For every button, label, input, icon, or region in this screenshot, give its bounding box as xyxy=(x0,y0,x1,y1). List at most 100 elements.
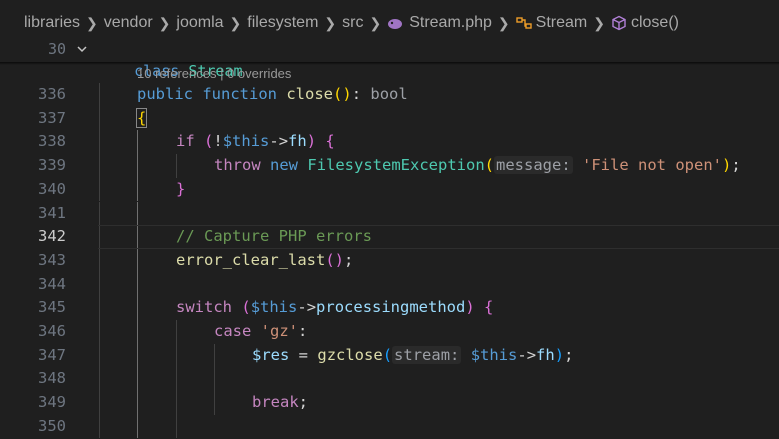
codelens-references[interactable]: 10 references | 0 overrides xyxy=(137,66,291,81)
code-line[interactable]: 341 xyxy=(0,201,779,226)
indent-guide xyxy=(176,343,177,368)
code-line[interactable]: 340 } xyxy=(0,177,779,202)
token-property: fh xyxy=(288,132,307,151)
token-keyword: new xyxy=(270,156,299,175)
line-number: 343 xyxy=(38,250,66,269)
indent-guide xyxy=(137,225,138,249)
token-comment: // Capture PHP errors xyxy=(176,227,372,246)
indent-guide xyxy=(137,154,138,178)
code-line[interactable]: 346 case 'gz': xyxy=(0,320,779,344)
token-operator: ; xyxy=(344,250,354,269)
token-variable: $this xyxy=(250,298,298,317)
token-keyword: throw xyxy=(214,156,261,175)
code-line[interactable]: 350 xyxy=(0,414,779,439)
line-number: 339 xyxy=(38,156,66,175)
indent-guide xyxy=(137,320,138,344)
indent-guide xyxy=(176,154,177,178)
token-variable: $this xyxy=(470,345,518,364)
breadcrumb-item-class[interactable]: Stream xyxy=(536,14,588,32)
sticky-scroll-line[interactable]: 30 class Stream xyxy=(0,38,779,80)
token-bracket: ) xyxy=(554,345,565,364)
breadcrumb-item-src[interactable]: src xyxy=(342,14,363,32)
indent-guide xyxy=(99,248,100,273)
indent-guide xyxy=(99,177,100,202)
token-operator: ; xyxy=(564,345,574,364)
sticky-line-number: 30 xyxy=(47,40,66,58)
breadcrumb-item-vendor[interactable]: vendor xyxy=(104,14,153,32)
indent-guide xyxy=(99,154,100,178)
token-operator: -> xyxy=(517,345,537,364)
line-number: 344 xyxy=(38,274,66,293)
breadcrumb-separator-icon: ❯ xyxy=(158,14,171,31)
line-number: 340 xyxy=(38,179,66,198)
token-operator: ; xyxy=(731,156,741,175)
token-keyword: switch xyxy=(176,298,232,317)
token-bracket: { xyxy=(325,132,335,151)
indent-guide xyxy=(137,201,138,226)
token-operator: = xyxy=(298,345,309,364)
code-line[interactable]: 344 xyxy=(0,272,779,297)
indent-guide xyxy=(137,272,138,297)
token-operator: ! xyxy=(213,132,223,151)
line-number: 346 xyxy=(38,322,66,340)
code-line-current[interactable]: 342 // Capture PHP errors xyxy=(0,225,779,249)
token-bracket: ) xyxy=(334,250,344,269)
token-function: gzclose xyxy=(317,345,383,364)
breadcrumb-item-filesystem[interactable]: filesystem xyxy=(247,14,318,32)
token-bracket: ( xyxy=(484,156,495,175)
code-line[interactable]: 339 throw new FilesystemException(messag… xyxy=(0,154,779,178)
indent-guide xyxy=(99,130,100,155)
token-function: error_clear_last xyxy=(176,250,326,269)
indent-guide xyxy=(137,391,138,415)
php-elephant-icon xyxy=(387,17,403,29)
line-number: 348 xyxy=(38,369,66,388)
indent-guide xyxy=(99,320,100,344)
token-type: bool xyxy=(370,85,408,103)
indent-guide xyxy=(176,391,177,415)
token-keyword: case xyxy=(214,322,252,340)
breadcrumb-separator-icon: ❯ xyxy=(369,14,382,31)
code-line[interactable]: 336 public function close(): bool xyxy=(0,83,779,107)
token-keyword: if xyxy=(176,132,195,151)
breadcrumb-item-joomla[interactable]: joomla xyxy=(176,14,223,32)
token-bracket: ( xyxy=(325,250,335,269)
token-bracket: ( xyxy=(382,345,393,364)
token-keyword: break xyxy=(252,393,299,412)
sticky-scroll-shadow xyxy=(0,62,779,65)
code-line[interactable]: 338 if (!$this->fh) { xyxy=(0,130,779,155)
token-string: 'gz' xyxy=(260,322,298,340)
indent-guide xyxy=(137,296,138,320)
line-number: 349 xyxy=(38,393,66,412)
indent-guide xyxy=(99,343,100,368)
indent-guide xyxy=(214,367,215,392)
breadcrumb-item-method[interactable]: close() xyxy=(631,14,679,32)
breadcrumb-separator-icon: ❯ xyxy=(86,14,98,31)
code-line[interactable]: 349 break; xyxy=(0,391,779,415)
token-keyword: function xyxy=(202,85,277,103)
line-number: 350 xyxy=(38,416,66,435)
breadcrumb-separator-icon: ❯ xyxy=(324,14,337,31)
code-line[interactable]: 343 error_clear_last(); xyxy=(0,248,779,273)
breadcrumb-item-file[interactable]: Stream.php xyxy=(409,14,492,32)
indent-guide xyxy=(99,272,100,297)
breadcrumb-item-libraries[interactable]: libraries xyxy=(24,14,80,32)
token-bracket: ) xyxy=(465,298,475,317)
line-number: 341 xyxy=(38,203,66,222)
code-line[interactable]: 347 $res = gzclose(stream: $this->fh); xyxy=(0,343,779,368)
line-number: 345 xyxy=(38,298,66,317)
token-bracket: ) xyxy=(342,85,352,103)
indent-guide xyxy=(137,367,138,392)
token-operator: : xyxy=(351,85,362,103)
indent-guide xyxy=(214,343,215,368)
class-symbol-icon xyxy=(515,15,532,31)
indent-guide xyxy=(99,367,100,392)
code-line[interactable]: 337 { xyxy=(0,106,779,131)
inlay-hint: message: xyxy=(494,156,573,175)
token-bracket: ) xyxy=(722,156,732,175)
token-bracket: { xyxy=(484,298,494,317)
indent-guide xyxy=(99,414,100,439)
code-line[interactable]: 348 xyxy=(0,367,779,392)
code-line[interactable]: 345 switch ($this->processingmethod) { xyxy=(0,296,779,320)
code-editor[interactable]: 336 public function close(): bool 337 { … xyxy=(0,83,779,439)
line-number: 337 xyxy=(38,108,66,127)
